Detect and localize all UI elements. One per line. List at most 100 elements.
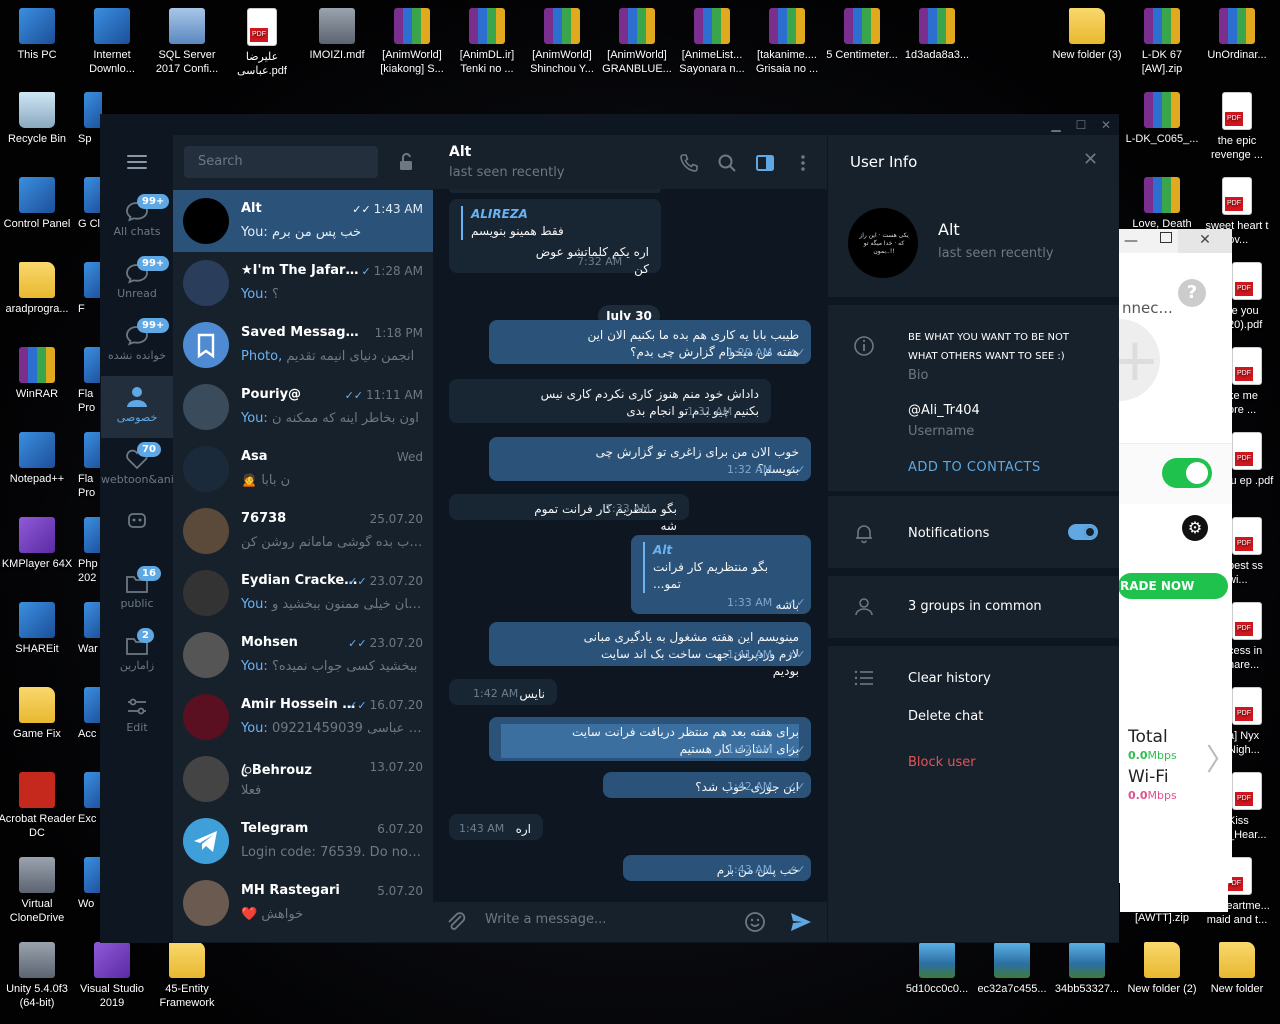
desktop-icon[interactable]: L-DK_C065_... <box>1123 92 1201 146</box>
desktop-icon[interactable]: [AnimeList... Sayonara n... <box>673 8 751 76</box>
more-options-icon[interactable] <box>793 153 813 173</box>
attach-icon[interactable] <box>445 910 467 938</box>
chat-list-item[interactable]: MH Rastegari 5.07.20 ❤️ خواهش <box>173 872 433 934</box>
folder-tab-1[interactable]: 99+ Unread <box>101 252 173 314</box>
desktop-icon[interactable]: Virtual CloneDrive <box>0 857 76 925</box>
emoji-icon[interactable] <box>744 911 766 937</box>
help-icon[interactable]: ? <box>1178 279 1206 307</box>
chat-list-item[interactable]: 76738 25.07.20 جواب بده گوشی مامانم روشن ک… <box>173 500 433 562</box>
close-icon[interactable]: ✕ <box>1083 151 1101 169</box>
desktop-icon[interactable]: Internet Downlo... <box>73 8 151 76</box>
outgoing-message[interactable]: طیبب بابا یه کاری هم بده ما بکنیم الان ا… <box>489 320 811 364</box>
desktop-icon[interactable]: 5 Centimeter... <box>823 8 901 62</box>
desktop-icon[interactable]: [AnimWorld] GRANBLUE... <box>598 8 676 76</box>
groups-in-common[interactable]: 3 groups in common <box>908 599 1042 614</box>
notifications-toggle[interactable] <box>1068 524 1098 540</box>
outgoing-message[interactable]: خب پس من برم 1:43 AM ✓✓ <box>623 855 811 881</box>
send-icon[interactable] <box>789 911 813 937</box>
desktop-icon[interactable]: Acc <box>78 687 102 741</box>
desktop-icon[interactable]: 1d3ada8a3... <box>898 8 976 62</box>
avatar[interactable]: یکی هست · این راز که · خدا میگه تو بمون.… <box>848 208 918 278</box>
reply-quote[interactable]: ALIREZA فقط همینو بنویسم <box>461 206 649 240</box>
desktop-icon[interactable]: re you 20).pdf <box>1228 262 1276 332</box>
folder-tab-4[interactable]: 70 webtoon&anim <box>101 438 173 500</box>
chat-list-item[interactable]: Saved Messages 1:18 PM Photo, انجمن دنیای … <box>173 314 433 376</box>
desktop-icon[interactable]: IMOIZI.mdf <box>298 8 376 62</box>
close-icon[interactable]: ✕ <box>1097 117 1115 133</box>
desktop-icon[interactable]: 34bb53327... <box>1048 942 1126 996</box>
desktop-icon[interactable]: KMPlayer 64X <box>0 517 76 571</box>
maximize-icon[interactable]: ☐ <box>1072 117 1090 133</box>
chat-list-item[interactable]: ꦿBehrouz 13.07.20 فعلا <box>173 748 433 810</box>
upgrade-now-button[interactable]: RADE NOW <box>1118 573 1228 599</box>
folder-tab-3[interactable]: خصوصی <box>101 376 173 438</box>
desktop-icon[interactable]: 45-Entity Framework <box>148 942 226 1010</box>
maximize-icon[interactable] <box>1160 232 1172 243</box>
desktop-icon[interactable]: New folder <box>1198 942 1276 996</box>
delete-chat-button[interactable]: Delete chat <box>908 709 983 724</box>
block-user-button[interactable]: Block user <box>908 755 976 770</box>
desktop-icon[interactable]: New folder (2) <box>1123 942 1201 996</box>
desktop-icon[interactable]: ec32a7c455... <box>973 942 1051 996</box>
reply-quote[interactable]: Alt بگو منتظریم کار فرانت تمو... <box>643 542 799 593</box>
desktop-icon[interactable]: Notepad++ <box>0 432 76 486</box>
chat-list-item[interactable]: Amir Hossein &... ✓✓ 16.07.20 You: 09221459… <box>173 686 433 748</box>
desktop-icon[interactable]: War <box>78 602 102 656</box>
desktop-icon[interactable]: Unity 5.4.0f3 (64-bit) <box>0 942 76 1010</box>
folder-tab-0[interactable]: 99+ All chats <box>101 190 173 252</box>
close-icon[interactable]: ✕ <box>1178 229 1232 253</box>
desktop-icon[interactable]: New folder (3) <box>1048 8 1126 62</box>
folder-tab-5[interactable] <box>101 500 173 562</box>
desktop-icon[interactable]: Visual Studio 2019 <box>73 942 151 1010</box>
folder-tab-7[interactable]: 2 زامارین <box>101 624 173 686</box>
desktop-icon[interactable]: best ss wi... <box>1228 517 1276 587</box>
desktop-icon[interactable]: the epic revenge ... <box>1198 92 1276 162</box>
desktop-icon[interactable]: Wo <box>78 857 102 911</box>
desktop-icon[interactable]: Exc <box>78 772 102 826</box>
desktop-icon[interactable]: ke me ore ... <box>1228 347 1276 417</box>
chevron-right-icon[interactable]: 〉 <box>1206 735 1236 779</box>
chat-list-item[interactable]: ★I'm The Jafar ... ✓ 1:28 AM You: ؟ <box>173 252 433 314</box>
desktop-icon[interactable]: Love, Death <box>1123 177 1201 231</box>
desktop-icon[interactable]: Sp <box>78 92 102 146</box>
desktop-icon[interactable]: UnOrdinar... <box>1198 8 1276 62</box>
minimize-icon[interactable]: — <box>1124 233 1138 249</box>
desktop-icon[interactable]: G Cl <box>78 177 102 231</box>
desktop-icon[interactable]: Game Fix <box>0 687 76 741</box>
desktop-icon[interactable]: Acrobat Reader DC <box>0 772 76 840</box>
desktop-icon[interactable]: L-DK 67 [AW].zip <box>1123 8 1201 76</box>
desktop-icon[interactable]: [AnimDL.ir] Tenki no ... <box>448 8 526 76</box>
incoming-message[interactable]: داداش خود منم هنوز کاری نکردم کاری نیس ب… <box>449 379 771 423</box>
desktop-icon[interactable]: cess in hare... <box>1228 602 1276 672</box>
add-to-contacts-button[interactable]: ADD TO CONTACTS <box>908 460 1041 475</box>
desktop-icon[interactable]: aradprogra... <box>0 262 76 316</box>
folder-tab-8[interactable]: Edit <box>101 686 173 748</box>
chat-list-item[interactable]: Mohsen ✓✓ 23.07.20 You: ببخشید کسی جواب نمی… <box>173 624 433 686</box>
desktop-icon[interactable]: This PC <box>0 8 76 62</box>
desktop-icon[interactable]: Fla Pro <box>78 432 102 500</box>
clear-history-button[interactable]: Clear history <box>908 671 991 686</box>
outgoing-message[interactable]: مینویسم این هفته مشغول به یادگیری مبانی … <box>489 622 811 678</box>
outgoing-message[interactable]: Alt بگو منتظریم کار فرانت تمو... باشه 1:33 … <box>631 535 811 614</box>
vpn-lock-toggle[interactable] <box>1162 458 1212 488</box>
incoming-message[interactable]: نایس 1:42 AM <box>449 679 557 705</box>
message-area[interactable]: July 30 ALIREZA فقط همینو بنویسم اره یکم ک… <box>433 189 827 889</box>
lock-icon[interactable] <box>398 153 414 171</box>
sidebar-toggle-icon[interactable] <box>755 153 775 173</box>
desktop-icon[interactable]: lu ep .pdf <box>1228 432 1276 488</box>
vpn-app-window[interactable]: — ✕ nnec... ? + ⚙ RADE NOW Total 0.0Mbps… <box>1078 229 1236 912</box>
settings-gear-icon[interactable]: ⚙ <box>1182 515 1208 541</box>
conversation-header[interactable]: Alt last seen recently <box>433 135 827 189</box>
desktop-icon[interactable]: 5d10cc0c0... <box>898 942 976 996</box>
desktop-icon[interactable]: علیرضا عباسی.pdf <box>223 8 301 78</box>
desktop-icon[interactable]: Control Panel <box>0 177 76 231</box>
folder-tab-6[interactable]: 16 public <box>101 562 173 624</box>
username-value[interactable]: @Ali_Tr404 <box>908 403 980 418</box>
folder-tab-2[interactable]: 99+ خوانده نشده <box>101 314 173 376</box>
search-icon[interactable] <box>717 153 737 173</box>
desktop-icon[interactable]: F <box>78 262 102 316</box>
chat-list-item[interactable]: Telegram 6.07.20 Login code: 76539. Do not… <box>173 810 433 872</box>
outgoing-message[interactable]: خوب الان من برای زاغری تو گزارش چی بنویس… <box>489 437 811 481</box>
outgoing-message[interactable]: این جوری خوب شد؟ 1:42 AM ✓✓ <box>603 772 811 798</box>
phone-icon[interactable] <box>679 153 699 173</box>
